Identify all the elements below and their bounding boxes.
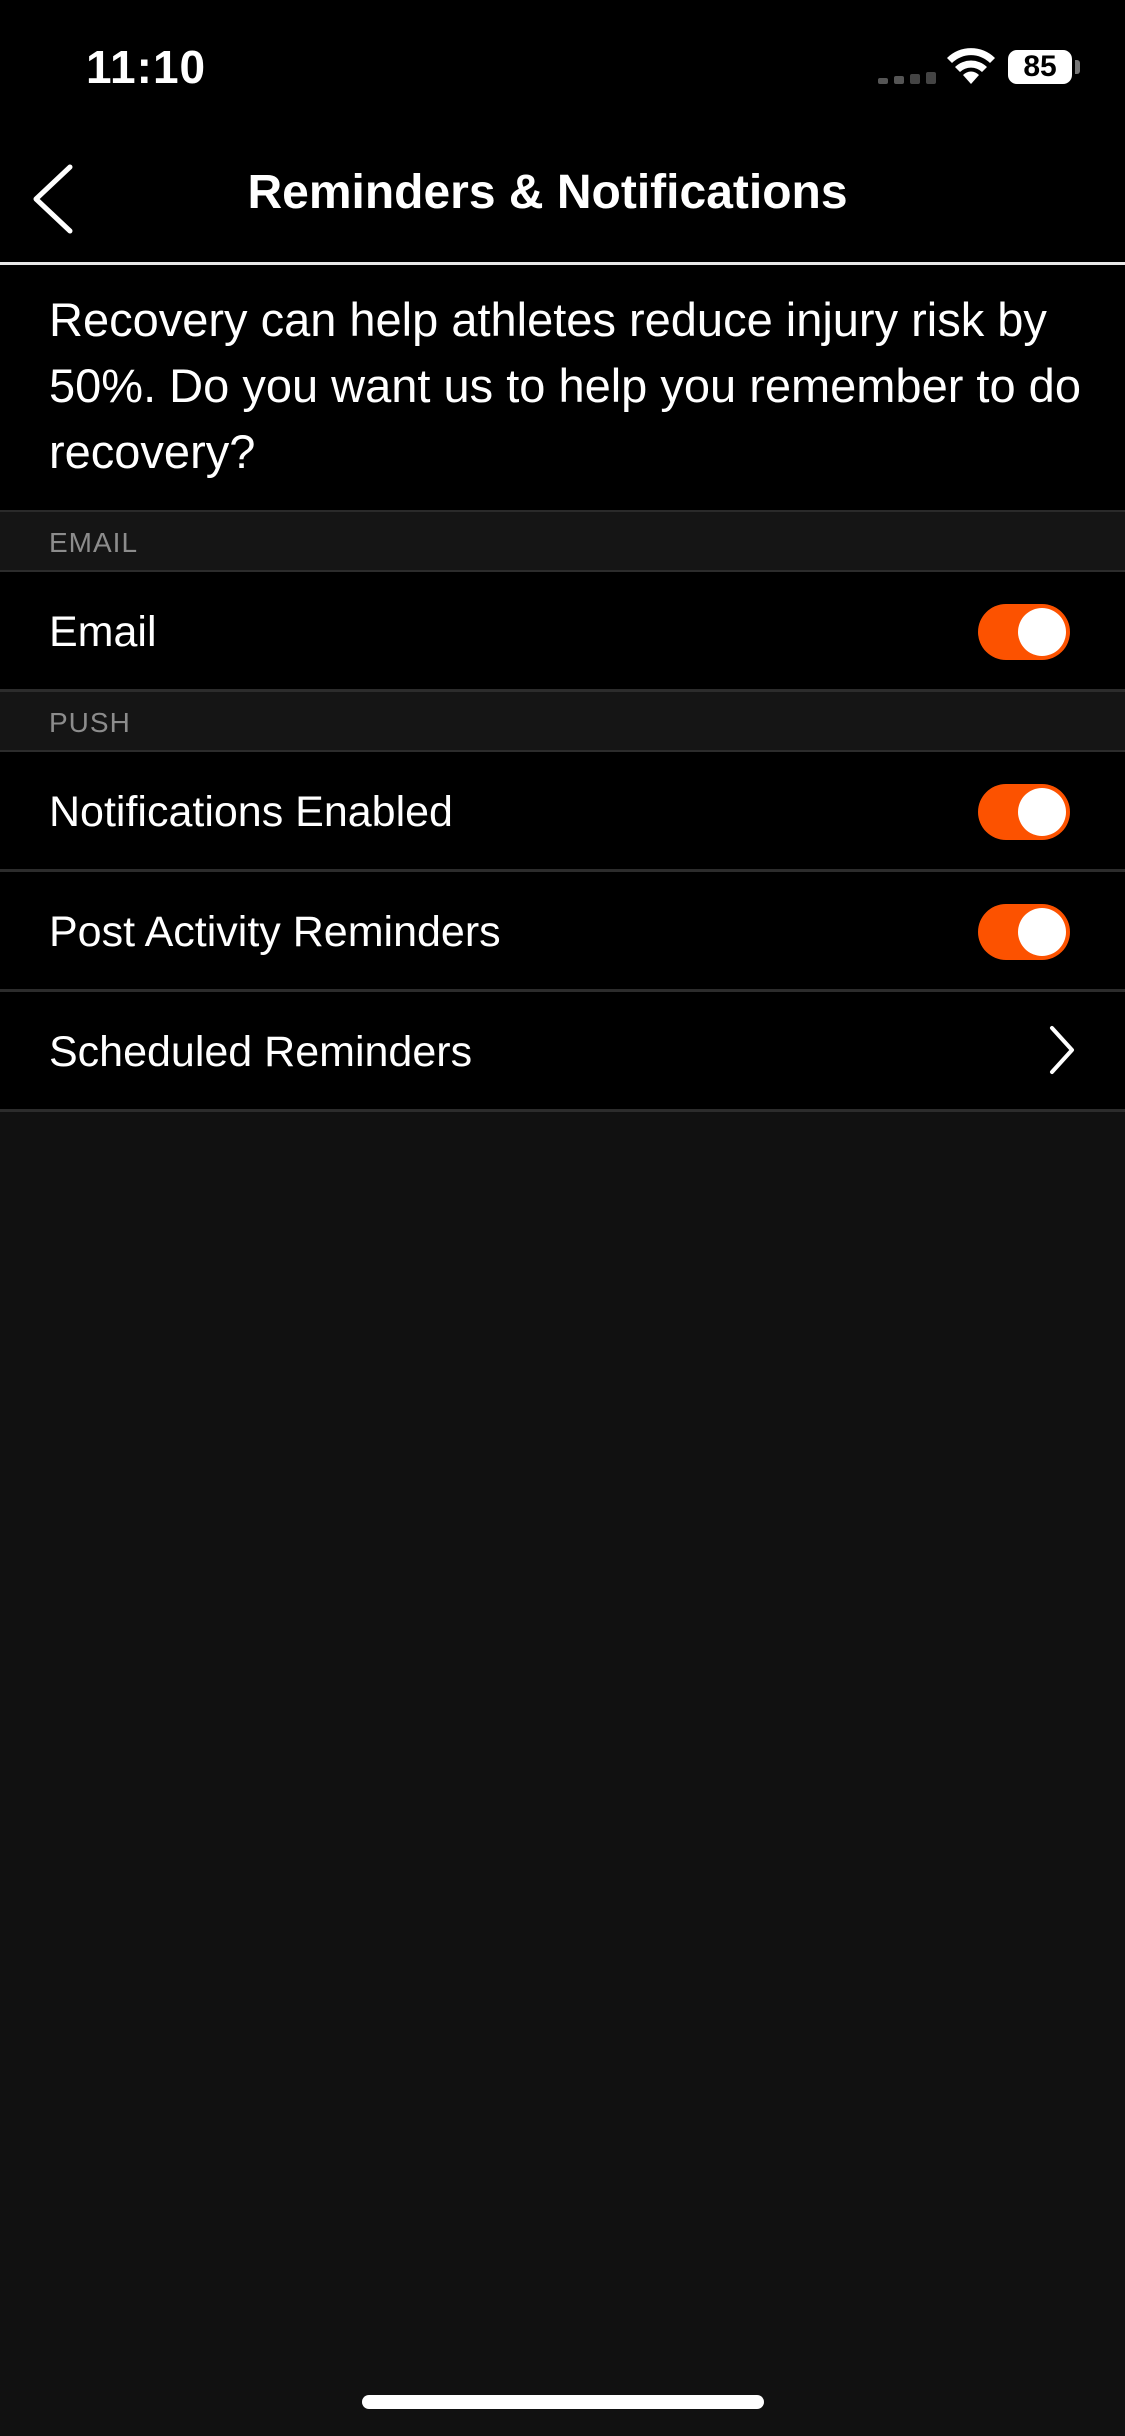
scheduled-reminders-row[interactable]: Scheduled Reminders [0, 992, 1125, 1112]
toggle-knob [1018, 908, 1066, 956]
notifications-enabled-row[interactable]: Notifications Enabled [0, 752, 1125, 872]
section-header-label: PUSH [49, 707, 131, 738]
email-toggle[interactable] [978, 604, 1070, 660]
email-row[interactable]: Email [0, 572, 1125, 692]
screen: 11:10 85 Reminders & Notifications Recov… [0, 0, 1125, 2436]
row-label: Scheduled Reminders [49, 1028, 473, 1076]
navigation-bar: Reminders & Notifications [0, 135, 1125, 265]
section-header-label: EMAIL [49, 527, 139, 558]
toggle-knob [1018, 608, 1066, 656]
battery-icon: 85 [1008, 50, 1072, 84]
intro-text: Recovery can help athletes reduce injury… [49, 293, 1081, 478]
row-label: Post Activity Reminders [49, 908, 501, 956]
status-bar: 11:10 85 [0, 0, 1125, 135]
cellular-signal-icon [878, 70, 938, 84]
toggle-knob [1018, 788, 1066, 836]
post-activity-reminders-row[interactable]: Post Activity Reminders [0, 872, 1125, 992]
chevron-right-icon [1050, 1026, 1074, 1074]
home-indicator[interactable] [362, 2395, 764, 2409]
battery-cap [1075, 60, 1080, 74]
status-time: 11:10 [86, 41, 207, 93]
intro-section: Recovery can help athletes reduce injury… [0, 265, 1125, 512]
wifi-icon [947, 48, 995, 84]
post-activity-reminders-toggle[interactable] [978, 904, 1070, 960]
notifications-enabled-toggle[interactable] [978, 784, 1070, 840]
section-header-push: PUSH [0, 692, 1125, 752]
row-label: Email [49, 608, 157, 656]
row-label: Notifications Enabled [49, 788, 453, 836]
page-title: Reminders & Notifications [247, 166, 848, 219]
section-header-email: EMAIL [0, 512, 1125, 572]
